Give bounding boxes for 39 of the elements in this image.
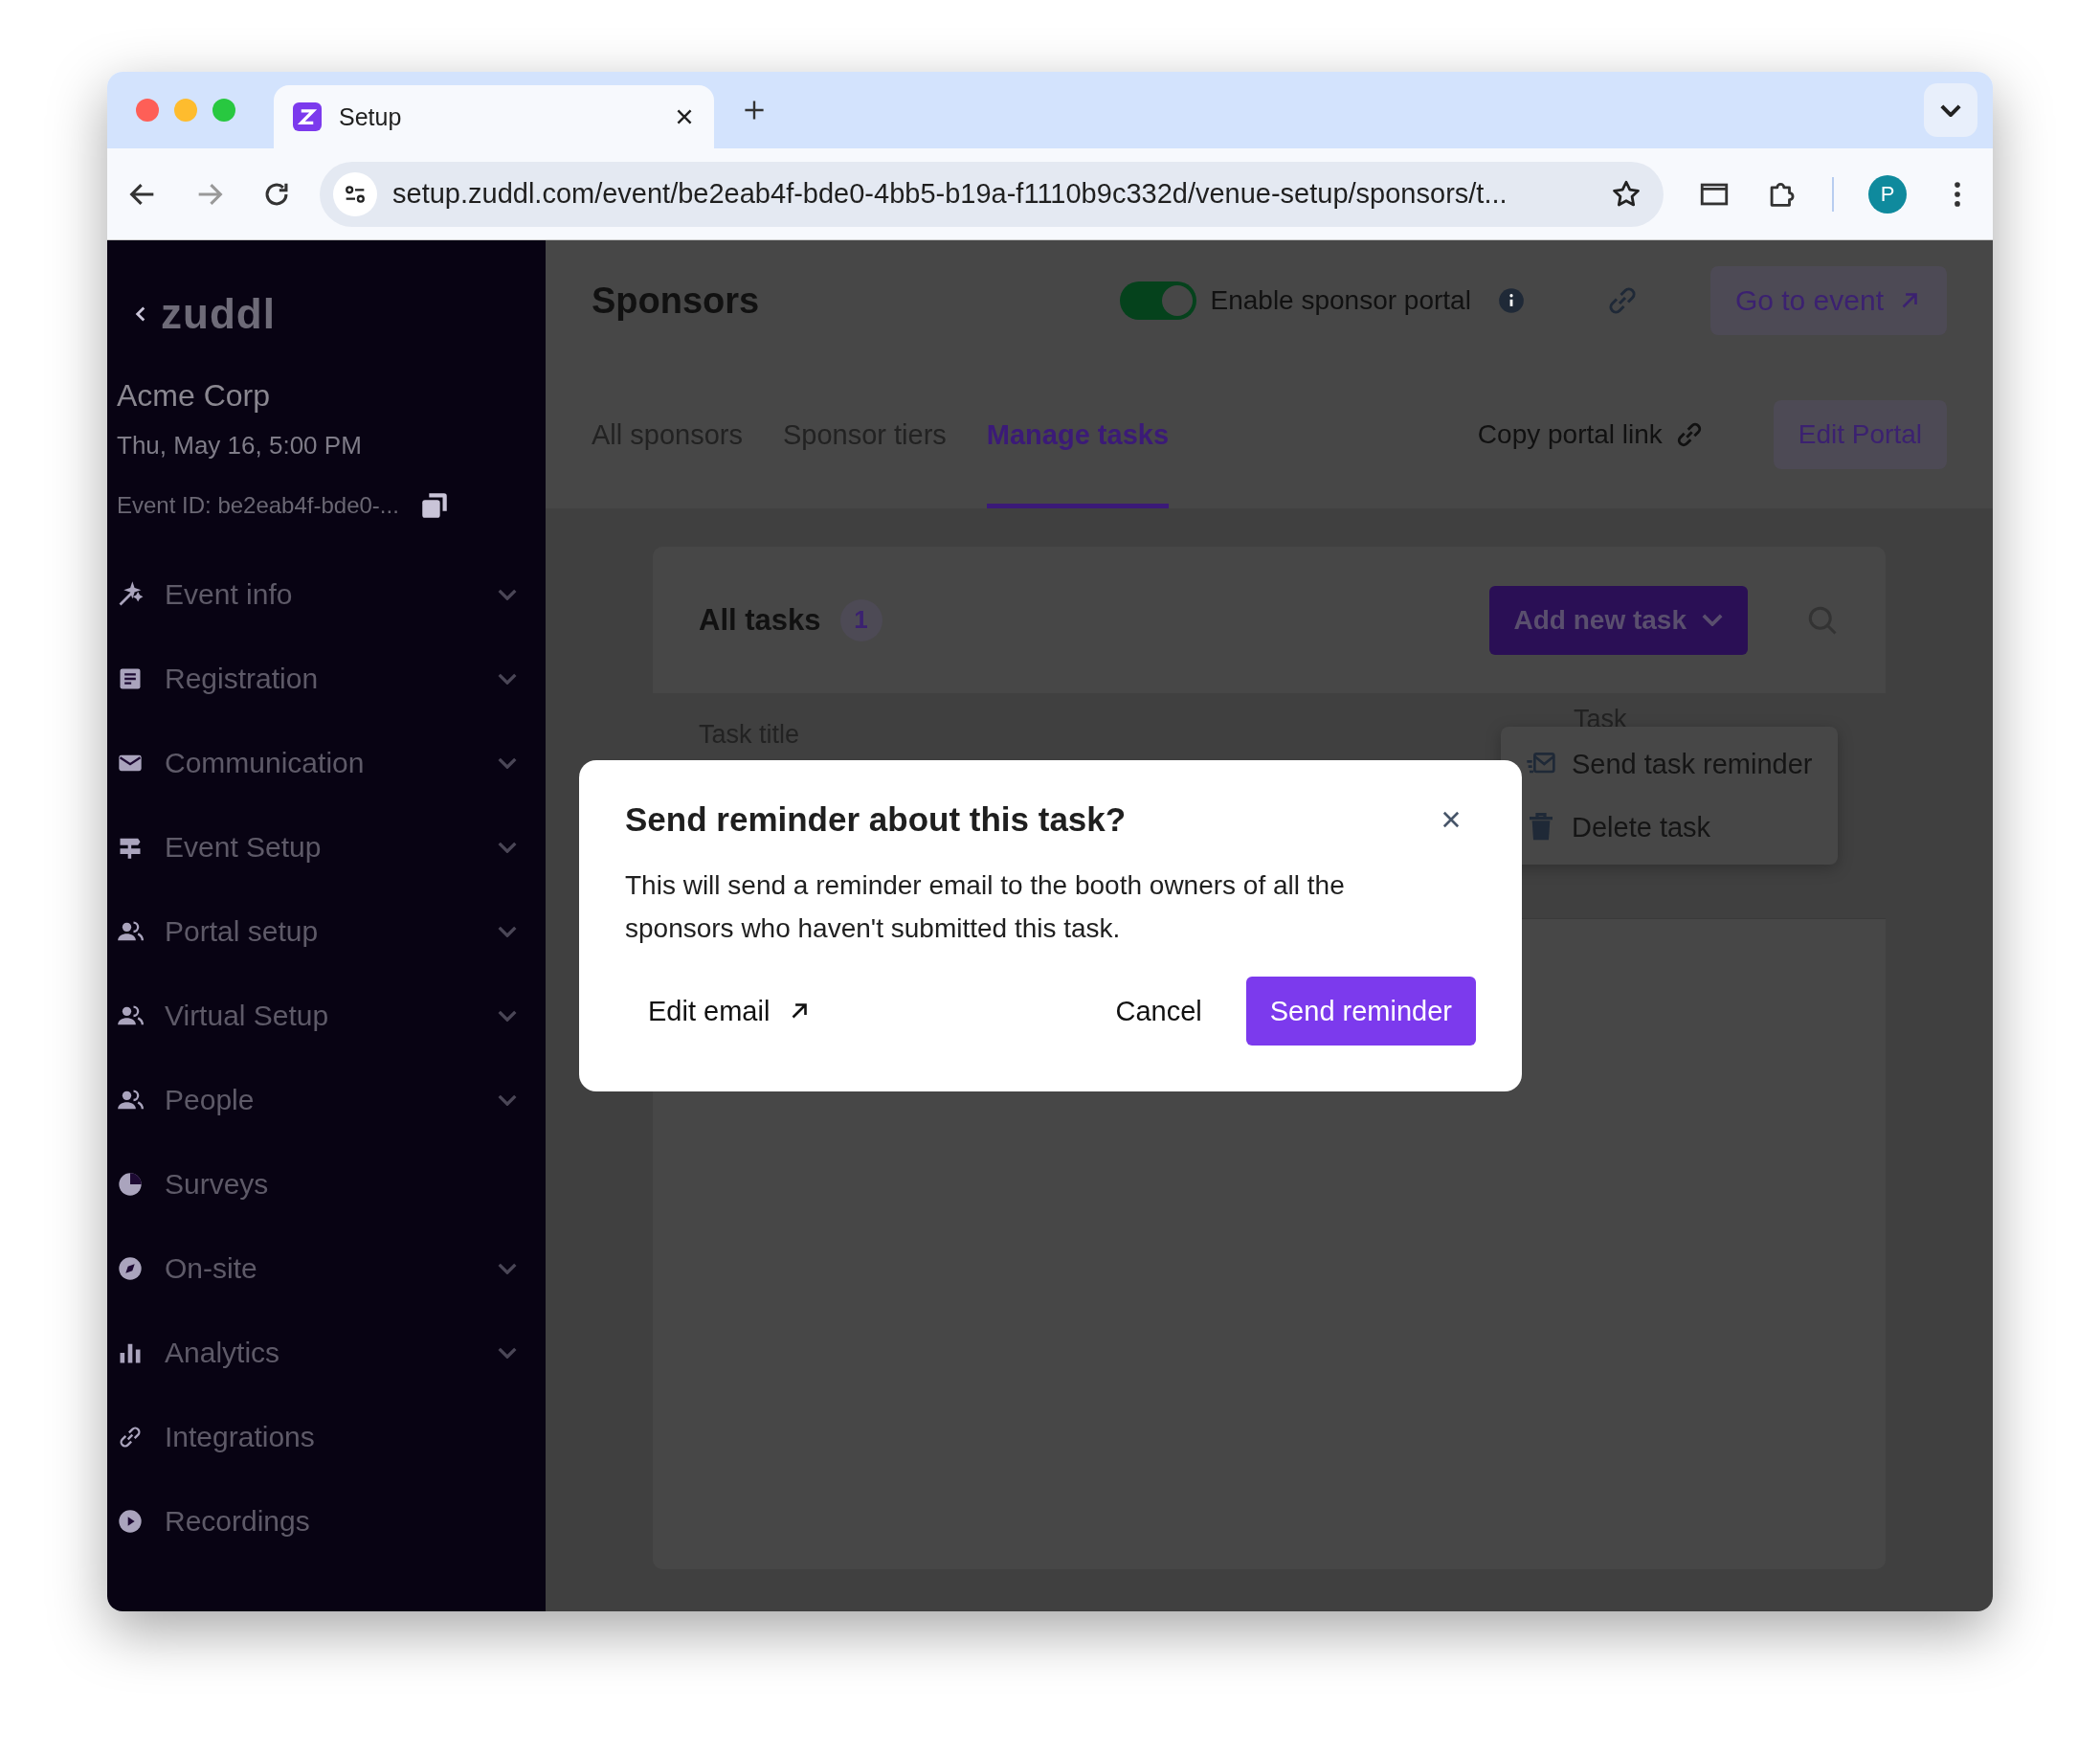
sponsor-portal-toggle[interactable]: [1120, 281, 1197, 320]
sidebar-item[interactable]: Communication: [117, 742, 517, 784]
pie-chart-icon: [117, 1171, 144, 1198]
sidebar-item[interactable]: Surveys: [117, 1163, 517, 1205]
tab-title: Setup: [339, 102, 403, 131]
dialog-title: Send reminder about this task?: [625, 800, 1128, 839]
organization-name: Acme Corp: [117, 378, 272, 414]
caret-icon: [1940, 103, 1961, 117]
site-settings-icon[interactable]: [333, 171, 377, 216]
sidebar-item[interactable]: Analytics: [117, 1332, 517, 1374]
zuddl-logo[interactable]: zuddl: [161, 290, 276, 338]
sidebar-item[interactable]: People: [117, 1079, 517, 1121]
sidebar-item[interactable]: Recordings: [117, 1500, 517, 1542]
play-icon: [117, 1508, 144, 1535]
info-icon[interactable]: [1497, 287, 1525, 314]
edit-email-link[interactable]: Edit email: [648, 995, 813, 1027]
dialog-message: This will send a reminder email to the booth owners of all the sponsors who haven't submitted this task.: [625, 869, 1346, 945]
event-id: Event ID: be2eab4f-bde0-...: [117, 492, 399, 519]
compass-icon: [117, 1255, 144, 1282]
sidebar-item[interactable]: Registration: [117, 658, 517, 700]
profile-avatar[interactable]: P: [1868, 174, 1907, 214]
address-bar[interactable]: setup.zuddl.com/event/be2eab4f-bde0-4bb5-b19a-f1110b9c332d/venue-setup/sponsors/t...: [320, 161, 1664, 227]
cancel-button[interactable]: Cancel: [1109, 994, 1208, 1028]
event-date: Thu, May 16, 5:00 PM: [117, 431, 363, 461]
sidebar-item[interactable]: Event info: [117, 573, 517, 616]
browser-tab[interactable]: Setup: [274, 85, 714, 148]
site-favicon-icon: [293, 102, 322, 131]
chevron-down-icon: [1702, 614, 1723, 626]
sidebar-item[interactable]: Portal setup: [117, 911, 517, 953]
add-new-task-button[interactable]: Add new task: [1488, 585, 1748, 655]
tab-list-button[interactable]: [1924, 83, 1977, 137]
url-text: setup.zuddl.com/event/be2eab4f-bde0-4bb5-b19a-f1110b9c332d/venue-setup/sponsors/t...: [392, 178, 1508, 210]
magic-wand-icon: [117, 581, 144, 608]
sidebar-item[interactable]: Event Setup: [117, 826, 517, 868]
send-reminder-button[interactable]: Send reminder: [1245, 977, 1476, 1046]
sidebar-item[interactable]: Integrations: [117, 1416, 517, 1458]
new-tab-icon[interactable]: [743, 99, 766, 122]
sidebar-item[interactable]: Virtual Setup: [117, 995, 517, 1037]
sidebar-item[interactable]: On-site: [117, 1248, 517, 1290]
